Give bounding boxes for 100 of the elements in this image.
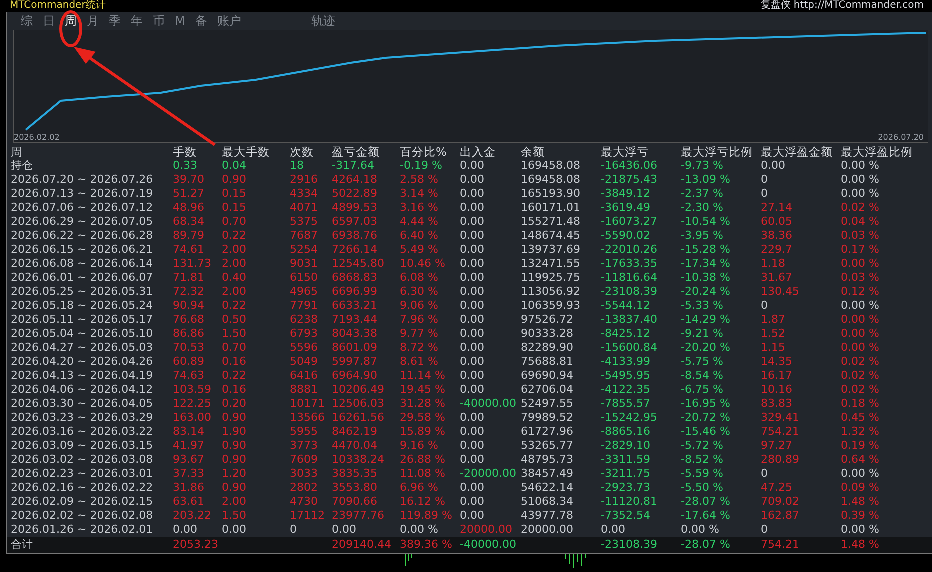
table-cell-text: 8.61 % bbox=[400, 355, 440, 369]
row-label: 2026.07.13 ~ 2026.07.19 bbox=[11, 187, 154, 201]
table-cell-text: 16.12 % bbox=[400, 495, 446, 509]
table-cell-text: 1.87 bbox=[761, 313, 786, 327]
brand-link[interactable]: 复盘侠 http://MTCommander.com bbox=[760, 0, 924, 12]
table-cell-text: 8.72 % bbox=[400, 341, 440, 355]
table-cell-text: 97.27 bbox=[761, 439, 794, 453]
row-label: 合计 bbox=[11, 537, 34, 553]
table-cell-text: -11816.64 bbox=[601, 271, 658, 285]
table-cell-text: 60.89 bbox=[173, 355, 206, 369]
tab[interactable]: 备 bbox=[191, 13, 212, 29]
table-cell-text: 0.70 bbox=[222, 341, 248, 355]
table-cell-text: 74.63 bbox=[173, 369, 206, 383]
table-cell-text: -7352.54 bbox=[601, 509, 652, 523]
table-cell-text: 169458.08 bbox=[521, 173, 582, 187]
table-cell-text: 8462.19 bbox=[332, 425, 378, 439]
table-cell-text: 9.06 % bbox=[400, 299, 440, 313]
table-cell-text: 8043.38 bbox=[332, 327, 378, 341]
row-label: 2026.06.08 ~ 2026.06.14 bbox=[11, 257, 154, 271]
row-label: 2026.04.20 ~ 2026.04.26 bbox=[11, 355, 154, 369]
table-cell-text: 0.00 bbox=[460, 271, 486, 285]
table-cell-text: 71.81 bbox=[173, 271, 206, 285]
table-cell-text: -3311.59 bbox=[601, 453, 652, 467]
table-cell-text: 0.00 % bbox=[841, 327, 880, 341]
table-cell-text: 17112 bbox=[290, 509, 326, 523]
table-cell-text: 1.48 % bbox=[841, 495, 880, 509]
table-cell-text: 0.02 % bbox=[841, 355, 880, 369]
table-cell-text: 7090.66 bbox=[332, 495, 378, 509]
table-cell-text: -4122.35 bbox=[601, 383, 652, 397]
table-cell-text: 43977.78 bbox=[521, 509, 574, 523]
table-cell-text: -23108.39 bbox=[601, 537, 658, 553]
table-cell-text: 0.45 % bbox=[841, 411, 880, 425]
table-cell-text: 0.00 bbox=[460, 481, 486, 495]
row-label: 2026.03.09 ~ 2026.03.15 bbox=[11, 439, 154, 453]
tab[interactable]: M bbox=[171, 13, 190, 29]
table-cell-text: -28.07 % bbox=[681, 537, 732, 553]
row-label: 2026.04.27 ~ 2026.05.03 bbox=[11, 341, 154, 355]
table-cell-text: 5955 bbox=[290, 425, 319, 439]
table-cell-text: 0.64 % bbox=[841, 453, 880, 467]
table-cell-text: -22010.26 bbox=[601, 243, 658, 257]
column-header: 百分比% bbox=[400, 145, 448, 159]
tab[interactable]: 月 bbox=[83, 13, 103, 29]
row-label: 2026.02.09 ~ 2026.02.15 bbox=[11, 495, 154, 509]
table-cell-text: 0.00 bbox=[460, 243, 486, 257]
table-cell-text: 0.00 % bbox=[841, 187, 880, 201]
column-header: 周 bbox=[11, 145, 24, 159]
table-cell-text: 7.96 % bbox=[400, 313, 440, 327]
table-cell-text: 203.22 bbox=[173, 509, 212, 523]
table-cell-text: 0.00 % bbox=[681, 523, 720, 537]
table-cell-text: -0.19 % bbox=[400, 159, 444, 173]
table-cell-text: 0.00 bbox=[460, 425, 486, 439]
tab[interactable]: 日 bbox=[39, 13, 59, 29]
row-label: 2026.05.25 ~ 2026.05.31 bbox=[11, 285, 154, 299]
table-cell-text: 7193.44 bbox=[332, 313, 378, 327]
table-cell-text: 0.00 bbox=[460, 509, 486, 523]
table-cell-text: 0.00 % bbox=[841, 341, 880, 355]
table-cell-text: 165193.90 bbox=[521, 187, 582, 201]
table-cell-text: -5.75 % bbox=[681, 355, 724, 369]
table-cell-text: 0.00 bbox=[460, 411, 486, 425]
table-cell-text: 0.50 bbox=[222, 313, 248, 327]
table-cell-text: 74.61 bbox=[173, 243, 206, 257]
table-cell-text: 329.41 bbox=[761, 411, 800, 425]
tab[interactable]: 账户 bbox=[213, 13, 246, 29]
table-cell-text: 69690.94 bbox=[521, 369, 574, 383]
table-cell-text: 0.00 % bbox=[841, 173, 880, 187]
table-cell-text: 48795.73 bbox=[521, 453, 574, 467]
table-cell-text: 7791 bbox=[290, 299, 319, 313]
table-cell-text: 48.96 bbox=[173, 201, 206, 215]
table-cell-text: 389.36 % bbox=[400, 537, 454, 553]
tab[interactable]: 综 bbox=[17, 13, 37, 29]
tab[interactable]: 币 bbox=[149, 13, 169, 29]
table-cell-text: -3.95 % bbox=[681, 229, 724, 243]
table-cell-text: 148674.45 bbox=[521, 229, 582, 243]
table-cell-text: 6964.90 bbox=[332, 369, 378, 383]
table-cell-text: 0.04 % bbox=[841, 215, 880, 229]
table-cell-text: 6938.76 bbox=[332, 229, 378, 243]
table-cell-text: 0.02 % bbox=[841, 383, 880, 397]
tab[interactable]: 年 bbox=[127, 13, 147, 29]
table-cell-text: 0.00 bbox=[222, 523, 248, 537]
table-cell-text: 0.00 bbox=[460, 355, 486, 369]
table-cell-text: 6696.99 bbox=[332, 285, 378, 299]
table-cell-text: 1.90 bbox=[222, 425, 248, 439]
table-cell-text: 9031 bbox=[290, 257, 319, 271]
table-cell-text: -16073.27 bbox=[601, 215, 658, 229]
table-cell-text: 2.00 bbox=[222, 257, 248, 271]
table-cell-text: 709.02 bbox=[761, 495, 800, 509]
tab[interactable]: 季 bbox=[105, 13, 125, 29]
table-cell-text: -9.73 % bbox=[681, 159, 724, 173]
table-cell-text: 15.89 % bbox=[400, 425, 446, 439]
table-cell-text: 5049 bbox=[290, 355, 319, 369]
table-cell-text: 0.40 bbox=[222, 271, 248, 285]
column-header: 次数 bbox=[290, 145, 315, 159]
table-cell-text: 14.35 bbox=[761, 355, 794, 369]
tab[interactable]: 轨迹 bbox=[307, 13, 340, 29]
table-cell-text: -6.75 % bbox=[681, 383, 724, 397]
table-cell-text: 2916 bbox=[290, 173, 319, 187]
table-cell-text: 754.21 bbox=[761, 537, 800, 553]
table-cell-text: 38457.49 bbox=[521, 467, 574, 481]
table-cell-text: 0.90 bbox=[222, 481, 248, 495]
table-cell-text: 132471.55 bbox=[521, 257, 582, 271]
